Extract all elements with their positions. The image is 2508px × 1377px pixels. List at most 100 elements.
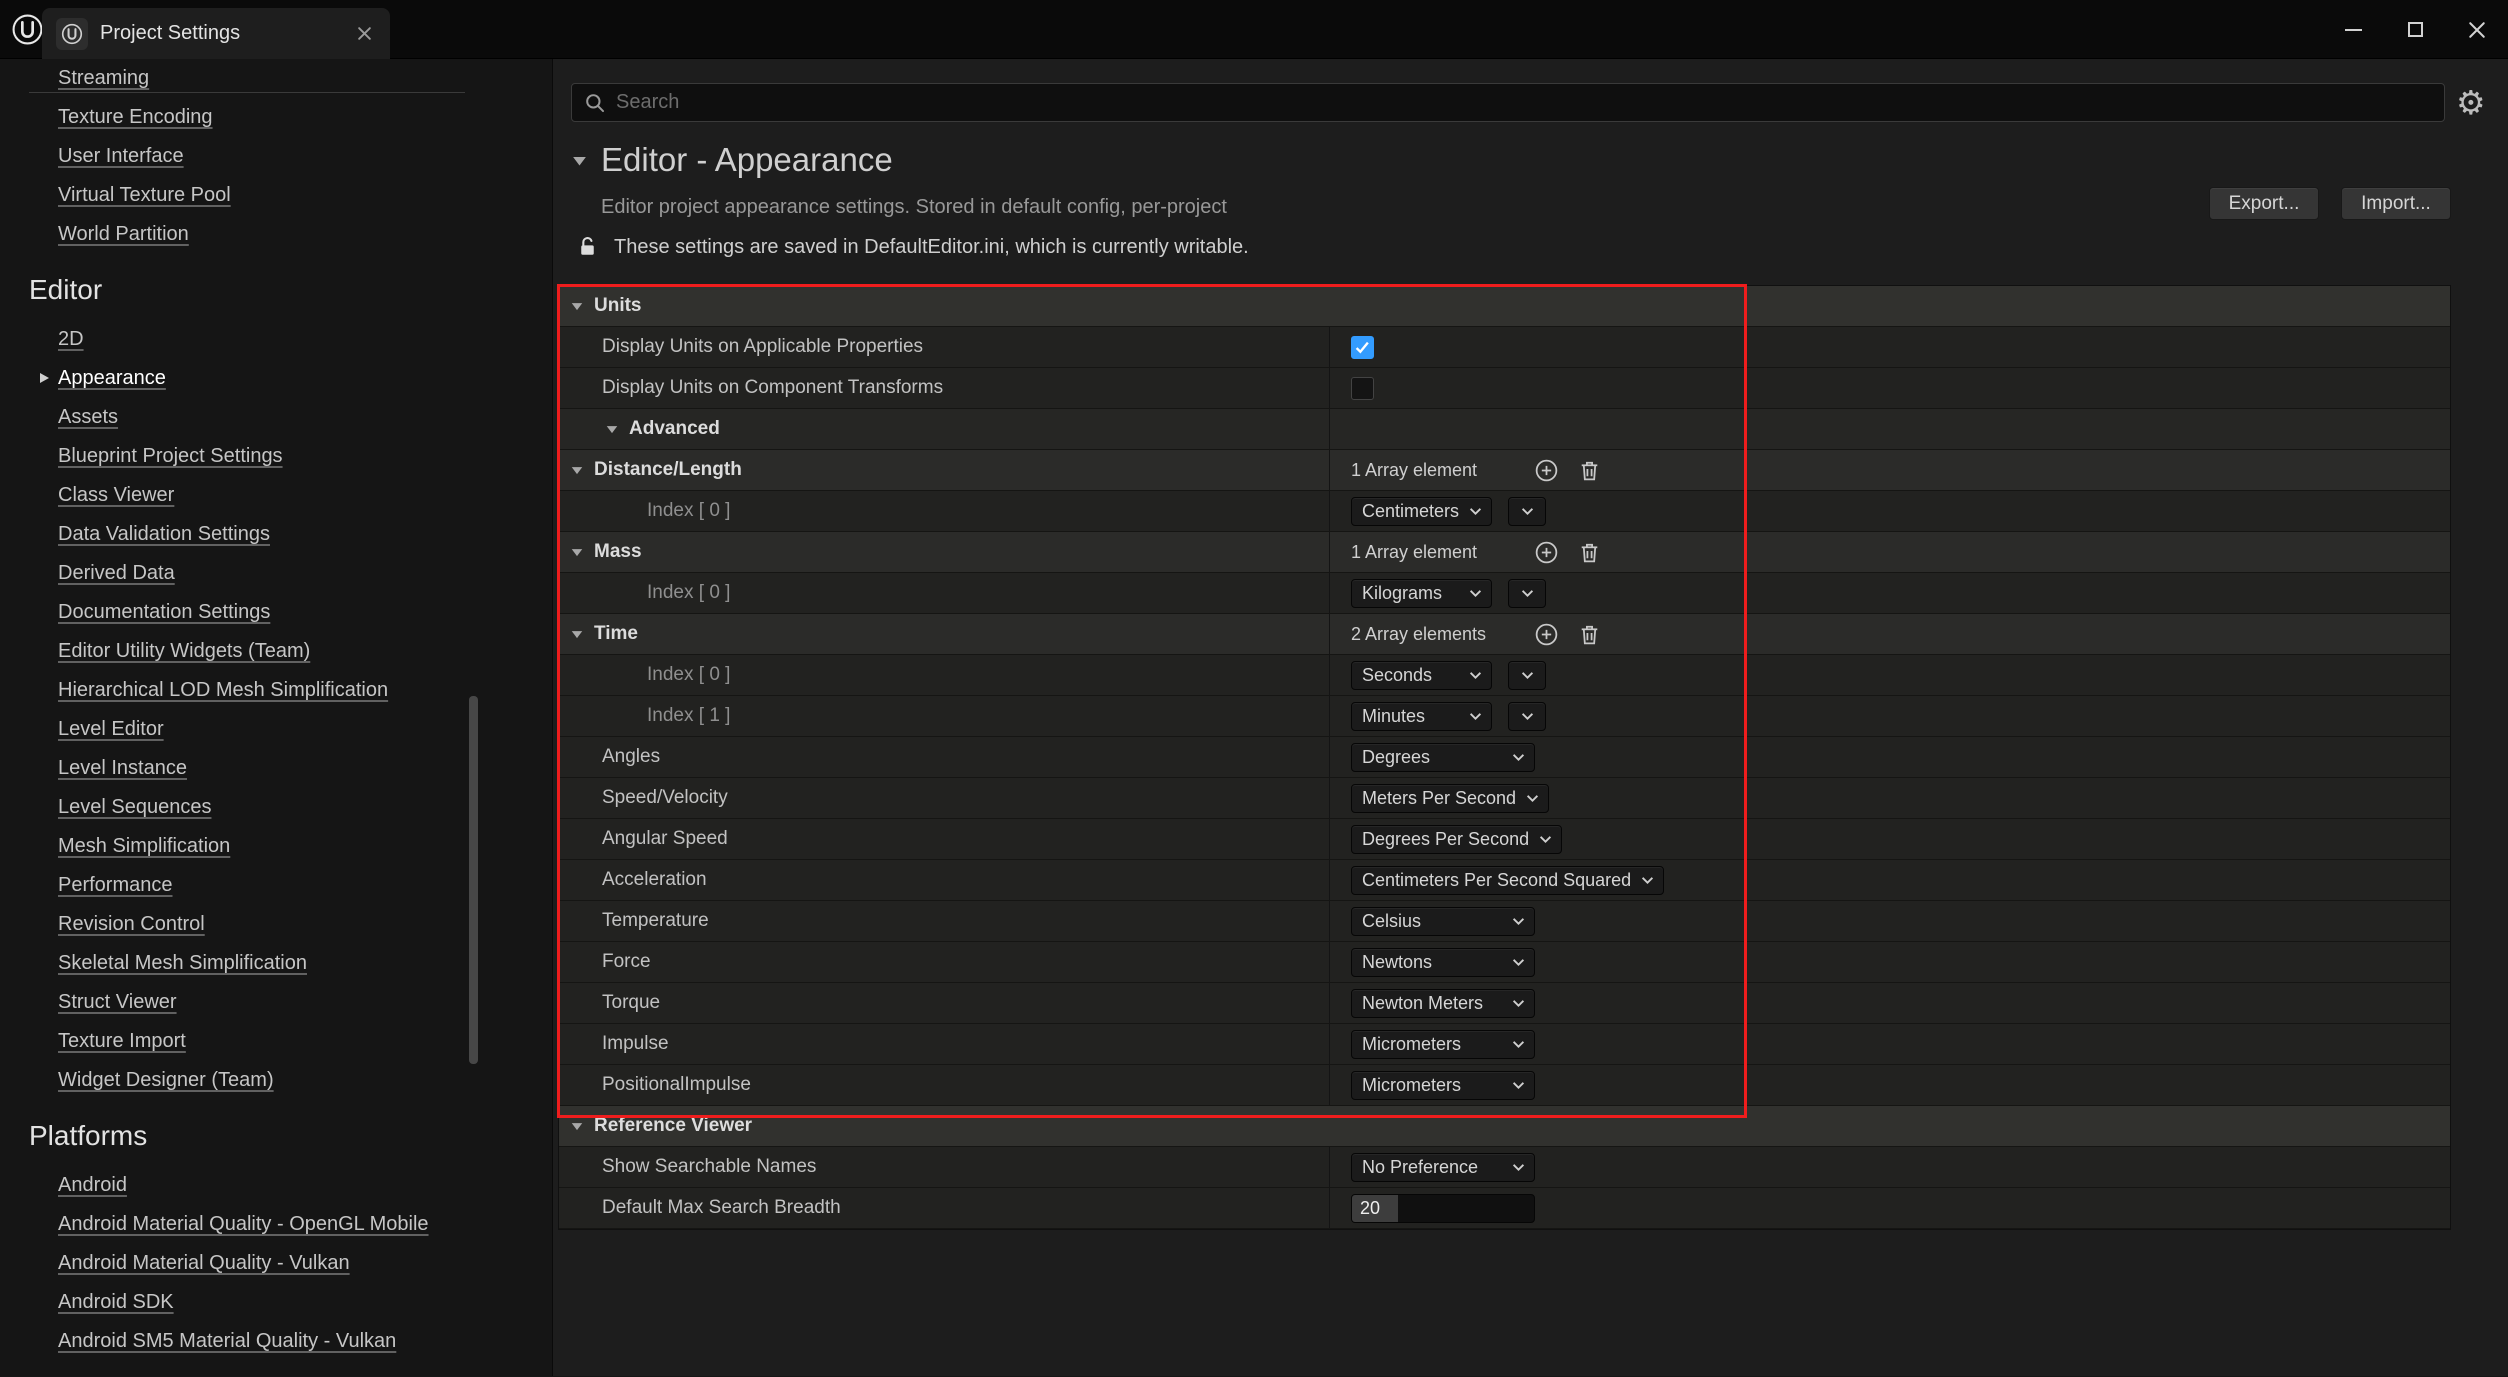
row-value-cell	[1330, 409, 2450, 449]
sidebar-item-texture-encoding[interactable]: Texture Encoding	[58, 98, 213, 137]
maximize-button[interactable]	[2396, 11, 2434, 49]
chevron-down-icon	[1641, 876, 1654, 885]
collapse-caret-icon[interactable]	[570, 545, 584, 559]
sidebar-item-level-instance[interactable]: Level Instance	[58, 749, 187, 788]
speed-velocity-dropdown[interactable]: Meters Per Second	[1351, 784, 1549, 813]
sidebar-item-texture-import[interactable]: Texture Import	[58, 1022, 186, 1061]
sidebar-item-blueprint-project-settings[interactable]: Blueprint Project Settings	[58, 437, 283, 476]
positionalimpulse-dropdown[interactable]: Micrometers	[1351, 1071, 1535, 1100]
sidebar-item-struct-viewer[interactable]: Struct Viewer	[58, 983, 177, 1022]
show-searchable-names-dropdown[interactable]: No Preference	[1351, 1153, 1535, 1182]
settings-row-time[interactable]: Time2 Array elements	[559, 614, 2450, 655]
sidebar-item-android-material-quality-opengl-mobile[interactable]: Android Material Quality - OpenGL Mobile	[58, 1205, 429, 1244]
sidebar-item-class-viewer[interactable]: Class Viewer	[58, 476, 174, 515]
collapse-caret-icon[interactable]	[570, 1119, 584, 1133]
force-dropdown[interactable]: Newtons	[1351, 948, 1535, 977]
export-button[interactable]: Export...	[2209, 187, 2319, 220]
collapse-caret-icon[interactable]	[570, 627, 584, 641]
seconds-dropdown[interactable]: Seconds	[1351, 661, 1492, 690]
maximize-icon	[2408, 22, 2423, 37]
default-max-search-breadth-input[interactable]: 20	[1351, 1194, 1535, 1223]
sidebar-item-android-material-quality-vulkan[interactable]: Android Material Quality - Vulkan	[58, 1244, 350, 1283]
import-button[interactable]: Import...	[2341, 187, 2451, 220]
tab-close-icon[interactable]	[352, 22, 376, 46]
row-label-cell: Show Searchable Names	[559, 1147, 1330, 1187]
sidebar-item-mesh-simplification[interactable]: Mesh Simplification	[58, 827, 230, 866]
impulse-dropdown[interactable]: Micrometers	[1351, 1030, 1535, 1059]
section-collapse-caret-icon[interactable]	[571, 152, 588, 169]
acceleration-dropdown[interactable]: Centimeters Per Second Squared	[1351, 866, 1664, 895]
settings-row-distance-length[interactable]: Distance/Length1 Array element	[559, 450, 2450, 491]
row-label: Index [ 0 ]	[647, 664, 730, 686]
angles-dropdown[interactable]: Degrees	[1351, 743, 1535, 772]
row-value-cell: Micrometers	[1330, 1024, 2450, 1064]
element-options-dropdown[interactable]	[1508, 661, 1546, 690]
sidebar-item-derived-data[interactable]: Derived Data	[58, 554, 175, 593]
torque-dropdown[interactable]: Newton Meters	[1351, 989, 1535, 1018]
checkbox-display-units-on-component-transforms[interactable]	[1351, 377, 1374, 400]
centimeters-dropdown[interactable]: Centimeters	[1351, 497, 1492, 526]
sidebar-item-android-sm5-material-quality-vulkan[interactable]: Android SM5 Material Quality - Vulkan	[58, 1322, 396, 1361]
selected-option-label: No Preference	[1362, 1157, 1478, 1178]
settings-row-advanced[interactable]: Advanced	[559, 409, 2450, 450]
element-options-dropdown[interactable]	[1508, 579, 1546, 608]
minutes-dropdown[interactable]: Minutes	[1351, 702, 1492, 731]
sidebar-item-documentation-settings[interactable]: Documentation Settings	[58, 593, 270, 632]
settings-row-speed-velocity: Speed/VelocityMeters Per Second	[559, 778, 2450, 819]
delete-array-icon[interactable]	[1576, 539, 1603, 566]
sidebar-item-widget-designer-team[interactable]: Widget Designer (Team)	[58, 1061, 274, 1100]
sidebar-item-user-interface[interactable]: User Interface	[58, 137, 184, 176]
delete-array-icon[interactable]	[1576, 457, 1603, 484]
settings-row-impulse: ImpulseMicrometers	[559, 1024, 2450, 1065]
delete-array-icon[interactable]	[1576, 621, 1603, 648]
selected-option-label: Micrometers	[1362, 1075, 1461, 1096]
row-header-label: Reference Viewer	[594, 1115, 752, 1137]
search-input[interactable]	[616, 91, 2432, 114]
checkbox-display-units-on-applicable-properties[interactable]	[1351, 336, 1374, 359]
chevron-down-icon	[1469, 507, 1482, 516]
sidebar-item-editor-utility-widgets-team[interactable]: Editor Utility Widgets (Team)	[58, 632, 310, 671]
sidebar-item-appearance[interactable]: Appearance	[58, 359, 166, 398]
sidebar-item-skeletal-mesh-simplification[interactable]: Skeletal Mesh Simplification	[58, 944, 307, 983]
sidebar-item-performance[interactable]: Performance	[58, 866, 173, 905]
sidebar-item-2d[interactable]: 2D	[58, 320, 84, 359]
settings-row-torque: TorqueNewton Meters	[559, 983, 2450, 1024]
sidebar-item-revision-control[interactable]: Revision Control	[58, 905, 205, 944]
element-options-dropdown[interactable]	[1508, 497, 1546, 526]
sidebar-item-android[interactable]: Android	[58, 1166, 127, 1205]
settings-row-mass[interactable]: Mass1 Array element	[559, 532, 2450, 573]
settings-row-display-units-on-component-transforms: Display Units on Component Transforms	[559, 368, 2450, 409]
sidebar-item-virtual-texture-pool[interactable]: Virtual Texture Pool	[58, 176, 231, 215]
sidebar-item-assets[interactable]: Assets	[58, 398, 118, 437]
settings-row-reference-viewer[interactable]: Reference Viewer	[559, 1106, 2450, 1147]
sidebar-item-hierarchical-lod-mesh-simplification[interactable]: Hierarchical LOD Mesh Simplification	[58, 671, 388, 710]
settings-row-force: ForceNewtons	[559, 942, 2450, 983]
row-label-cell: Angles	[559, 737, 1330, 777]
collapse-caret-icon[interactable]	[605, 422, 619, 436]
project-settings-tab[interactable]: Project Settings	[42, 8, 390, 59]
sidebar-item-level-sequences[interactable]: Level Sequences	[58, 788, 211, 827]
chevron-down-icon	[1521, 712, 1534, 721]
search-bar	[571, 83, 2445, 122]
settings-row-units[interactable]: Units	[559, 286, 2450, 327]
sidebar-item-world-partition[interactable]: World Partition	[58, 215, 189, 254]
sidebar-scrollbar-thumb[interactable]	[469, 696, 478, 1064]
sidebar-item-data-validation-settings[interactable]: Data Validation Settings	[58, 515, 270, 554]
add-array-element-icon[interactable]	[1533, 621, 1560, 648]
temperature-dropdown[interactable]: Celsius	[1351, 907, 1535, 936]
collapse-caret-icon[interactable]	[570, 299, 584, 313]
angular-speed-dropdown[interactable]: Degrees Per Second	[1351, 825, 1562, 854]
collapse-caret-icon[interactable]	[570, 463, 584, 477]
kilograms-dropdown[interactable]: Kilograms	[1351, 579, 1492, 608]
element-options-dropdown[interactable]	[1508, 702, 1546, 731]
row-label: Angular Speed	[602, 828, 728, 850]
sidebar-item-android-sdk[interactable]: Android SDK	[58, 1283, 174, 1322]
settings-gear-icon[interactable]: ⚙	[2456, 84, 2486, 122]
chevron-down-icon	[1512, 917, 1525, 926]
add-array-element-icon[interactable]	[1533, 457, 1560, 484]
add-array-element-icon[interactable]	[1533, 539, 1560, 566]
number-value: 20	[1352, 1195, 1398, 1222]
minimize-button[interactable]	[2334, 11, 2372, 49]
sidebar-item-level-editor[interactable]: Level Editor	[58, 710, 164, 749]
close-button[interactable]	[2458, 11, 2496, 49]
